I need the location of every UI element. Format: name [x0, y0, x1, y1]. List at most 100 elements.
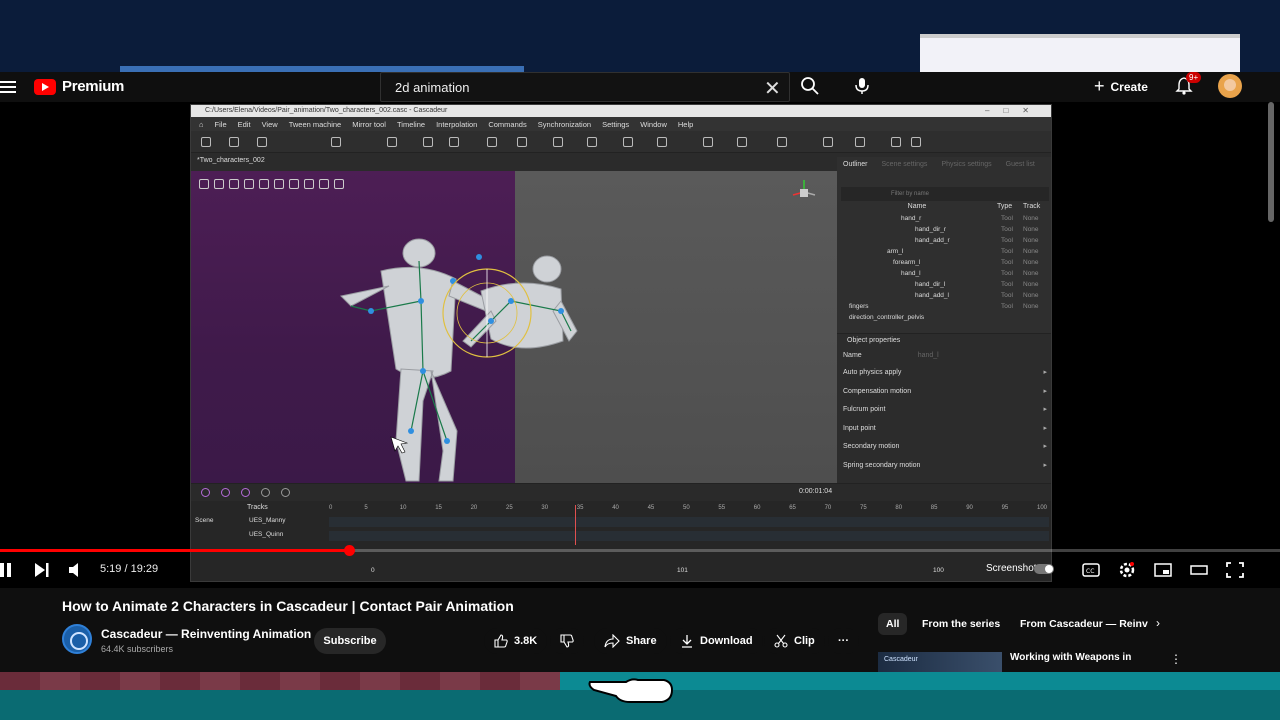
outliner-row-type: Tool	[1001, 303, 1013, 310]
subscriber-count: 64.4K subscribers	[101, 644, 174, 654]
outliner-row-name: hand_dir_l	[915, 281, 946, 288]
outliner-header: Name Type Track	[837, 203, 1051, 215]
more-actions-button[interactable]: ···	[828, 628, 859, 654]
share-button[interactable]: Share	[594, 628, 667, 654]
track-quinn: UES_Quinn	[249, 531, 284, 538]
pointing-hand-icon	[588, 678, 674, 703]
property-section[interactable]: Compensation motion	[837, 383, 1051, 402]
player-controls: 5:19 / 19:29 Screenshot CC	[0, 556, 1280, 584]
ruler-tick-label: 0	[329, 505, 333, 511]
outliner-row[interactable]: fingers Tool None	[837, 303, 1051, 314]
track-band	[329, 517, 1049, 527]
avatar[interactable]	[1218, 74, 1242, 98]
chip-all[interactable]: All	[878, 613, 908, 635]
screenshot-label: Screenshot	[986, 563, 1037, 574]
captions-icon[interactable]: CC	[1082, 560, 1100, 580]
search-icon[interactable]	[800, 76, 820, 96]
outliner-row-track: None	[1023, 237, 1039, 244]
fullscreen-icon[interactable]	[1226, 560, 1244, 580]
outliner-row-track: None	[1023, 259, 1039, 266]
recommendation-title[interactable]: Working with Weapons in	[1010, 652, 1131, 663]
create-button[interactable]: + Create	[1094, 76, 1148, 97]
settings-gear-icon[interactable]	[1118, 560, 1136, 580]
keyframe-tool-icon	[261, 488, 270, 497]
property-section[interactable]: Auto physics apply	[837, 364, 1051, 383]
menu-item-window: Window	[640, 119, 667, 129]
desktop-background-top	[0, 0, 1280, 74]
microphone-icon[interactable]	[852, 76, 872, 96]
outliner-row[interactable]: direction_controller_pelvis	[837, 314, 1051, 325]
tool-icon	[657, 137, 667, 147]
menu-item-file: File	[214, 119, 227, 129]
download-button[interactable]: Download	[670, 628, 763, 654]
theater-mode-icon[interactable]	[1190, 560, 1208, 580]
col-name: Name	[907, 203, 927, 210]
chevron-right-icon[interactable]: ›	[1156, 616, 1160, 630]
outliner-row[interactable]: arm_l Tool None	[837, 248, 1051, 259]
tab-guest-list: Guest list	[1005, 160, 1035, 168]
pause-icon[interactable]	[0, 560, 14, 580]
clip-button[interactable]: Clip	[764, 628, 825, 654]
like-button[interactable]: 3.8K	[484, 628, 548, 654]
outliner-row-type: Tool	[1001, 215, 1013, 222]
property-section[interactable]: Fulcrum point	[837, 401, 1051, 420]
tool-icon	[487, 137, 497, 147]
outliner-row-type: Tool	[1001, 292, 1013, 299]
window-title: C:/Users/Elena/Videos/Pair_animation/Two…	[205, 107, 448, 114]
timeline-time: 0:00:01:04	[799, 488, 833, 495]
ruler-tick-label: 70	[824, 505, 832, 511]
kebab-menu-icon[interactable]: ⋮	[1170, 652, 1182, 666]
outliner-row[interactable]: hand_add_l Tool None	[837, 292, 1051, 303]
recommendation-thumbnail[interactable]: Cascadeur	[878, 652, 1002, 672]
menu-icon[interactable]	[0, 78, 16, 96]
outliner-row[interactable]: hand_l Tool None	[837, 270, 1051, 281]
miniplayer-icon[interactable]	[1154, 560, 1172, 580]
outliner-row[interactable]: hand_r Tool None	[837, 215, 1051, 226]
property-section[interactable]: Secondary motion	[837, 438, 1051, 457]
dislike-button[interactable]	[550, 628, 584, 654]
outliner-row-track: None	[1023, 248, 1039, 255]
outliner-row[interactable]: hand_add_r Tool None	[837, 237, 1051, 248]
outliner-row[interactable]: forearm_l Tool None	[837, 259, 1051, 270]
screenshot-toggle[interactable]	[1034, 564, 1054, 574]
progress-bar[interactable]	[0, 545, 1280, 556]
clear-search-icon[interactable]: ✕	[764, 76, 781, 101]
channel-avatar[interactable]	[62, 624, 92, 654]
outliner-row-type: Tool	[1001, 281, 1013, 288]
property-sections: Auto physics applyCompensation motionFul…	[837, 364, 1051, 476]
outliner-row-type: Tool	[1001, 237, 1013, 244]
outliner-row-name: forearm_l	[893, 259, 921, 266]
subscribe-button[interactable]: Subscribe	[314, 628, 386, 654]
chip-from-channel[interactable]: From Cascadeur — Reinv	[1012, 613, 1156, 635]
tab-outliner: Outliner	[843, 160, 868, 168]
tool-icon	[587, 137, 597, 147]
col-type: Type	[997, 203, 1013, 210]
chip-from-series[interactable]: From the series	[914, 613, 1008, 635]
volume-icon[interactable]	[68, 560, 84, 580]
tool-icon	[331, 137, 341, 147]
tool-icon	[229, 137, 239, 147]
menu-item-tween-machine: Tween machine	[288, 119, 342, 129]
track-manny: UES_Manny	[249, 517, 286, 524]
object-name-row: Name hand_l	[837, 348, 1051, 364]
window-controls: –□✕	[985, 106, 1043, 115]
channel-name[interactable]: Cascadeur — Reinventing Animation	[101, 627, 311, 641]
playhead	[575, 505, 576, 545]
youtube-logo[interactable]: Premium	[34, 78, 124, 95]
outliner-row-track: None	[1023, 292, 1039, 299]
next-icon[interactable]	[34, 560, 50, 580]
outliner-row[interactable]: hand_dir_r Tool None	[837, 226, 1051, 237]
ruler-tick-label: 25	[506, 505, 513, 511]
search-input[interactable]: 2d animation	[380, 72, 790, 102]
svg-text:CC: CC	[1086, 568, 1094, 575]
page-scrollbar[interactable]	[1268, 102, 1274, 222]
tool-icon	[387, 137, 397, 147]
outliner-row-name: hand_add_r	[915, 237, 950, 244]
property-section[interactable]: Spring secondary motion	[837, 457, 1051, 476]
property-section[interactable]: Input point	[837, 420, 1051, 439]
youtube-play-icon	[34, 78, 56, 95]
outliner-row[interactable]: hand_dir_l Tool None	[837, 281, 1051, 292]
ruler-tick-label: 45	[647, 505, 655, 511]
keyframe-tool-icon	[281, 488, 290, 497]
logo-text: Premium	[62, 78, 125, 95]
